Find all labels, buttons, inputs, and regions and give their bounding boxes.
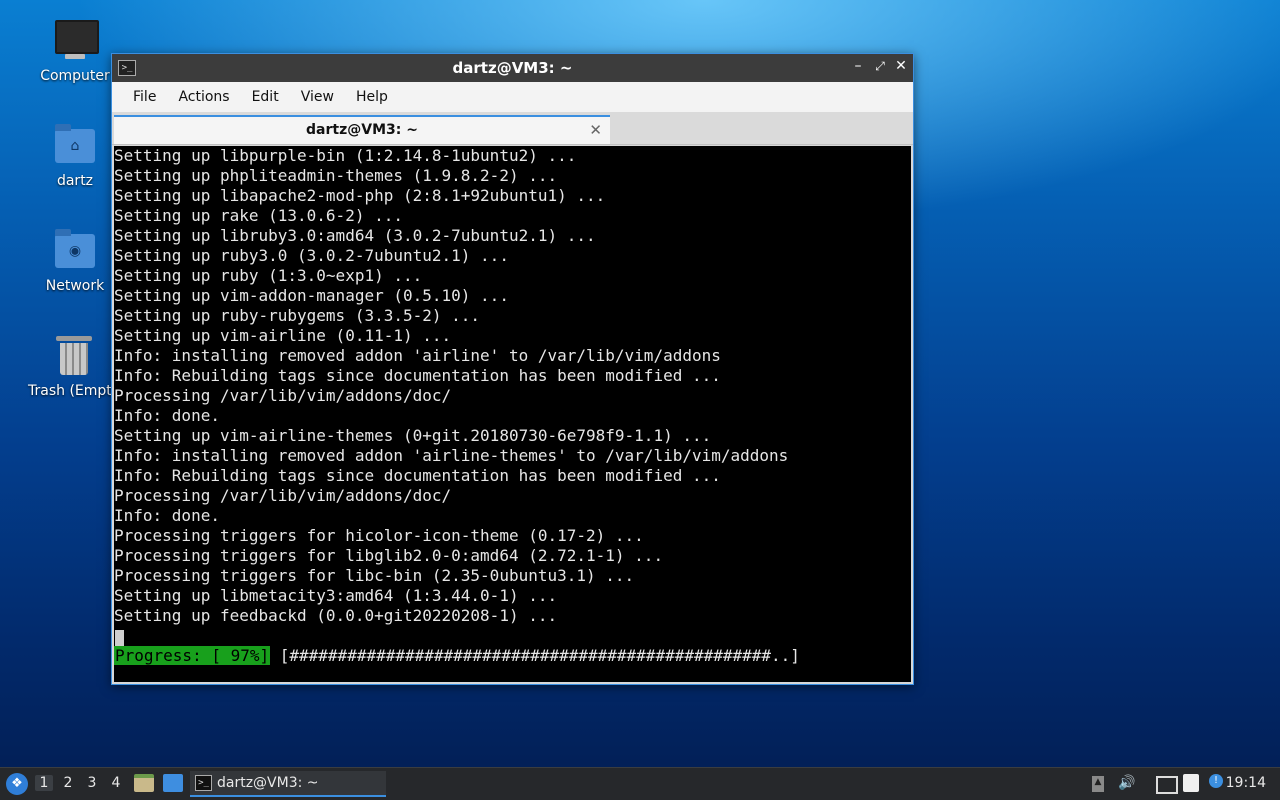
terminal-line: Processing triggers for libglib2.0-0:amd… <box>114 546 664 565</box>
terminal-line: Setting up libapache2-mod-php (2:8.1+92u… <box>114 186 606 205</box>
network-folder-icon: ◉ <box>53 228 97 272</box>
network-status-icon[interactable] <box>1156 776 1178 794</box>
tab-close-icon[interactable]: ✕ <box>589 121 602 139</box>
terminal-line: Processing triggers for libc-bin (2.35-0… <box>114 566 635 585</box>
desktop-icon-computer[interactable]: Computer <box>29 18 121 84</box>
window-title: dartz@VM3: ~ <box>452 59 573 77</box>
workspace-4[interactable]: 4 <box>107 775 125 791</box>
taskbar-item-terminal[interactable]: >_ dartz@VM3: ~ <box>190 771 386 797</box>
desktop-icon-home[interactable]: ⌂ dartz <box>29 123 121 189</box>
terminal-line: Setting up ruby (1:3.0~exp1) ... <box>114 266 423 285</box>
taskbar: ❖ 1 2 3 4 >_ dartz@VM3: ~ ▲ 🔊 ! 19:14 <box>0 767 1280 800</box>
terminal-task-icon: >_ <box>195 775 212 791</box>
clipboard-icon[interactable] <box>1183 774 1199 792</box>
minimize-icon[interactable]: – <box>849 58 867 74</box>
terminal-line: Info: Rebuilding tags since documentatio… <box>114 366 721 385</box>
terminal-line: Setting up libruby3.0:amd64 (3.0.2-7ubun… <box>114 226 596 245</box>
terminal-output[interactable]: Setting up libpurple-bin (1:2.14.8-1ubun… <box>114 146 911 682</box>
terminal-line: Setting up libmetacity3:amd64 (1:3.44.0-… <box>114 586 558 605</box>
close-icon[interactable]: ✕ <box>892 58 910 74</box>
terminal-line: Info: installing removed addon 'airline'… <box>114 346 721 365</box>
terminal-line: Info: installing removed addon 'airline-… <box>114 446 789 465</box>
desktop-icon-label: dartz <box>56 173 94 189</box>
progress-row: Progress: [ 97%] [######################… <box>114 646 800 665</box>
tab-label: dartz@VM3: ~ <box>306 122 418 138</box>
home-folder-icon: ⌂ <box>53 123 97 167</box>
volume-icon[interactable]: 🔊 <box>1118 775 1135 791</box>
taskbar-item-label: dartz@VM3: ~ <box>217 775 319 791</box>
terminal-line: Setting up libpurple-bin (1:2.14.8-1ubun… <box>114 146 577 165</box>
terminal-line: Processing /var/lib/vim/addons/doc/ <box>114 486 452 505</box>
progress-bar: [#######################################… <box>270 646 800 665</box>
terminal-line: Processing /var/lib/vim/addons/doc/ <box>114 386 452 405</box>
terminal-line: Setting up rake (13.0.6-2) ... <box>114 206 403 225</box>
terminal-line: Setting up vim-airline-themes (0+git.201… <box>114 426 712 445</box>
menu-bar: File Actions Edit View Help <box>112 82 913 112</box>
show-desktop-icon[interactable] <box>163 774 183 792</box>
terminal-line: Setting up phpliteadmin-themes (1.9.8.2-… <box>114 166 558 185</box>
terminal-line: Info: Rebuilding tags since documentatio… <box>114 466 721 485</box>
trash-icon <box>52 333 96 377</box>
terminal-line: Setting up vim-addon-manager (0.5.10) ..… <box>114 286 509 305</box>
terminal-line: Setting up ruby3.0 (3.0.2-7ubuntu2.1) ..… <box>114 246 509 265</box>
window-titlebar[interactable]: >_ dartz@VM3: ~ – ⤢ ✕ <box>112 54 913 82</box>
terminal-window: >_ dartz@VM3: ~ – ⤢ ✕ File Actions Edit … <box>111 53 914 685</box>
computer-icon <box>53 18 99 62</box>
workspace-2[interactable]: 2 <box>59 775 77 791</box>
workspace-3[interactable]: 3 <box>83 775 101 791</box>
terminal-line: Info: done. <box>114 406 220 425</box>
terminal-line: Setting up vim-airline (0.11-1) ... <box>114 326 452 345</box>
menu-view[interactable]: View <box>290 89 345 105</box>
tab-bar: dartz@VM3: ~ ✕ <box>112 112 913 145</box>
terminal-line: Processing triggers for hicolor-icon-the… <box>114 526 644 545</box>
terminal-line: Setting up ruby-rubygems (3.3.5-2) ... <box>114 306 481 325</box>
terminal-lines: Setting up libpurple-bin (1:2.14.8-1ubun… <box>114 146 911 626</box>
tray-scroll-icon[interactable]: ▲ <box>1092 776 1104 792</box>
desktop-icon-label: Trash (Empt <box>28 383 112 399</box>
desktop-icon-network[interactable]: ◉ Network <box>29 228 121 294</box>
start-menu-icon[interactable]: ❖ <box>6 773 28 795</box>
menu-edit[interactable]: Edit <box>241 89 290 105</box>
terminal-tab[interactable]: dartz@VM3: ~ ✕ <box>114 115 610 144</box>
desktop-icon-label: Network <box>45 278 105 294</box>
update-notifier-icon[interactable]: ! <box>1209 774 1223 788</box>
terminal-cursor <box>115 629 124 648</box>
desktop-icon-label: Computer <box>40 68 110 84</box>
desktop-icon-trash[interactable]: Trash (Empt <box>24 333 124 399</box>
maximize-icon[interactable]: ⤢ <box>871 59 889 74</box>
terminal-line: Info: done. <box>114 506 220 525</box>
terminal-line: Setting up feedbackd (0.0.0+git20220208-… <box>114 606 558 625</box>
menu-help[interactable]: Help <box>345 89 399 105</box>
progress-label: Progress: [ 97%] <box>114 646 271 665</box>
workspace-1[interactable]: 1 <box>35 775 53 791</box>
clock[interactable]: 19:14 <box>1226 775 1266 791</box>
menu-file[interactable]: File <box>122 89 167 105</box>
menu-actions[interactable]: Actions <box>167 89 240 105</box>
file-manager-icon[interactable] <box>134 774 154 792</box>
